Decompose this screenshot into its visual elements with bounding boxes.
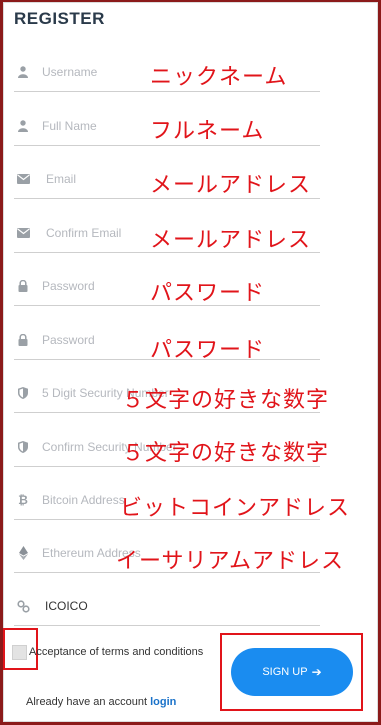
email-placeholder: Email	[46, 172, 77, 186]
shield-icon	[16, 440, 30, 454]
annotation-confirm-password: パスワード	[150, 338, 266, 363]
login-link[interactable]: login	[150, 696, 176, 708]
annotation-security-number: ５文字の好きな数字	[122, 388, 330, 413]
arrow-right-icon: ➔	[311, 665, 322, 679]
link-icon	[16, 599, 30, 613]
user-icon	[16, 119, 30, 133]
login-prompt: Already have an account login	[26, 696, 176, 708]
referral-value: ICOICO	[45, 599, 88, 613]
annotation-ethereum-address: イーサリアムアドレス	[116, 549, 345, 574]
confirm-email-placeholder: Confirm Email	[46, 226, 122, 240]
lock-icon	[16, 279, 30, 293]
signup-label: SIGN UP	[262, 666, 308, 678]
annotation-full-name: フルネーム	[150, 119, 265, 144]
bitcoin-icon: ₿	[18, 493, 28, 507]
page-title: REGISTER	[14, 9, 105, 28]
envelope-icon	[16, 172, 30, 186]
account-text: Already have an account	[26, 696, 148, 708]
lock-icon	[16, 333, 30, 347]
annotation-password: パスワード	[150, 281, 266, 306]
signup-button[interactable]: SIGN UP ➔	[231, 648, 353, 696]
terms-label: Acceptance of terms and conditions	[29, 646, 204, 658]
annotation-confirm-security-number: ５文字の好きな数字	[122, 441, 330, 466]
annotation-email: メールアドレス	[150, 173, 312, 198]
shield-icon	[16, 386, 30, 400]
annotation-nickname: ニックネーム	[150, 65, 288, 90]
full-name-placeholder: Full Name	[42, 119, 97, 133]
confirm-password-placeholder: Password	[42, 333, 95, 347]
annotation-confirm-email: メールアドレス	[150, 228, 312, 253]
bitcoin-address-placeholder: Bitcoin Address	[42, 493, 125, 507]
referral-field[interactable]: ICOICO	[14, 587, 320, 626]
username-placeholder: Username	[42, 65, 98, 79]
annotation-bitcoin-address: ビットコインアドレス	[120, 496, 351, 521]
password-placeholder: Password	[42, 279, 95, 293]
envelope-icon	[16, 226, 30, 240]
terms-checkbox[interactable]	[12, 645, 27, 660]
user-icon	[16, 65, 30, 79]
ethereum-icon	[16, 546, 30, 560]
